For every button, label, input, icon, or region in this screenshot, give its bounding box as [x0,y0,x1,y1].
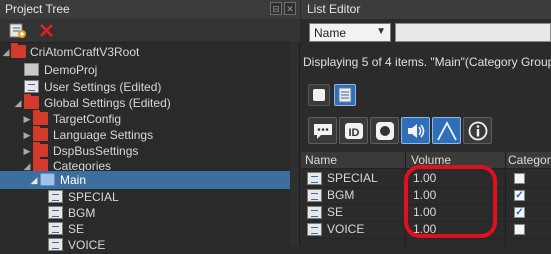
row-name: SE [327,205,344,219]
list-editor-title: List Editor [307,2,361,16]
status-text: Displaying 5 of 4 items. "Main"(Category… [303,55,551,69]
record-icon [376,122,394,140]
svg-text:ID: ID [349,127,360,139]
volume-highlight-annotation [404,165,497,238]
row-category-checkbox[interactable]: ✓ [514,190,525,201]
close-panel-icon[interactable]: ✕ [284,2,296,15]
square-icon [313,89,325,101]
row-category-checkbox[interactable] [514,173,525,184]
envelope-icon [437,121,457,141]
info-column-button[interactable] [463,117,492,144]
list-editor-panel: List Editor Name ▼ Displaying 5 of 4 ite… [301,0,551,246]
category-icon [48,206,63,219]
category-icon [307,223,322,236]
column-header-name[interactable]: Name [305,153,337,167]
add-item-button[interactable] [9,22,27,39]
category-icon [48,222,63,235]
folder-icon [33,110,48,125]
comment-column-button[interactable] [308,117,337,144]
tree-item-voice[interactable]: VOICE [0,236,299,254]
record-column-button[interactable] [370,117,399,144]
folder-icon [33,126,48,141]
list-view-icon [338,87,352,103]
comment-icon [314,124,332,139]
view-mode-single-button[interactable] [308,84,330,106]
volume-column-button[interactable] [401,117,430,144]
row-name: SPECIAL [327,171,378,185]
tree-item-label: CriAtomCraftV3Root [30,45,140,59]
category-icon [307,172,322,185]
expand-arrow-icon[interactable]: ◢ [29,171,39,189]
chevron-down-icon: ▼ [376,26,386,37]
category-group-icon [40,173,55,186]
document-icon [24,63,39,76]
category-icon [307,189,322,202]
add-item-icon [9,23,26,38]
row-name: BGM [327,188,355,202]
tree-scrollbar[interactable] [290,42,299,246]
row-category-checkbox[interactable]: ✓ [514,207,525,218]
category-icon [307,206,322,219]
search-input[interactable] [395,23,551,42]
info-icon [468,121,488,141]
list-editor-header: List Editor [301,0,551,19]
tree-item-demoproj[interactable]: DemoProj [0,61,299,79]
id-icon: ID [345,123,363,139]
delete-x-icon [40,24,53,37]
category-icon [48,190,63,203]
project-tree-title: Project Tree [5,2,70,16]
tree-item-label: VOICE [68,238,106,252]
tree-item-root[interactable]: ◢ CriAtomCraftV3Root [0,43,299,61]
expand-arrow-icon[interactable]: ◢ [1,43,11,61]
project-tree-header: Project Tree [0,0,300,19]
tree-item-label: DemoProj [44,63,98,77]
pin-icon[interactable]: ⊟ [270,2,282,15]
filter-field-select[interactable]: Name ▼ [309,23,391,42]
folder-icon [24,94,39,109]
folder-icon [33,142,48,157]
view-mode-list-button[interactable] [334,84,356,106]
filter-field-value: Name [314,26,347,40]
settings-list-icon [24,80,39,93]
row-category-checkbox[interactable] [514,224,525,235]
tree-item-label: Main [60,173,87,187]
tree-item-main[interactable]: ◢ Main [0,171,299,189]
row-name: VOICE [327,222,365,236]
column-header-category[interactable]: Category [508,153,551,167]
project-tree-panel: Project Tree ⊟ ✕ ◢ CriAtomCraftV3Root De… [0,0,300,252]
folder-icon [11,43,26,58]
delete-button[interactable] [38,22,56,39]
speaker-icon [408,124,425,138]
envelope-column-button[interactable] [432,117,461,144]
category-icon [48,238,63,251]
id-column-button[interactable]: ID [339,117,368,144]
panel-header-buttons: ⊟ ✕ [270,2,296,15]
project-tree-toolbar [0,19,300,43]
